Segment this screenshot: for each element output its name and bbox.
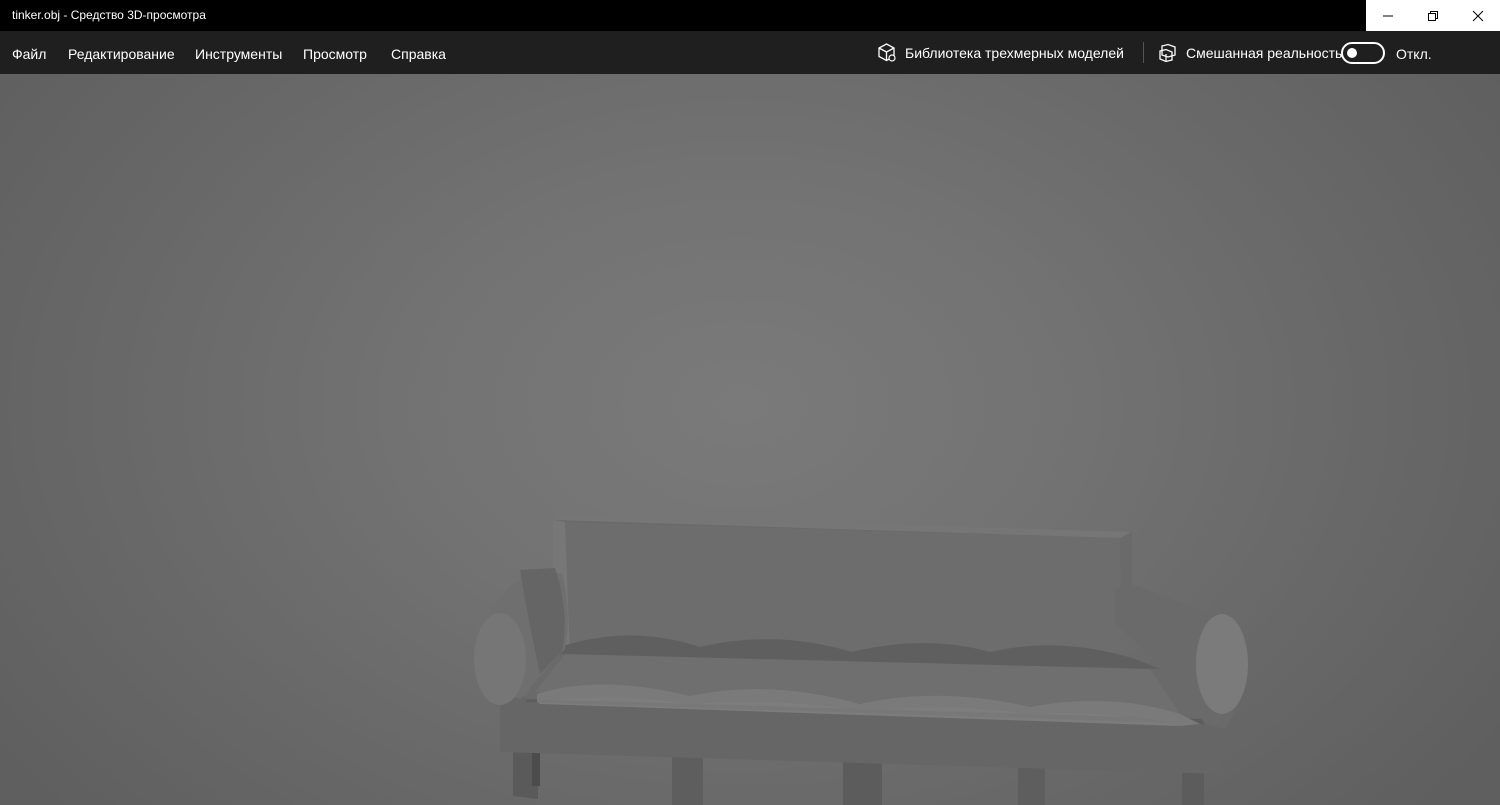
mixed-reality-label: Смешанная реальность (1186, 44, 1343, 61)
window-title: tinker.obj - Средство 3D-просмотра (12, 8, 206, 22)
restore-button[interactable] (1411, 0, 1456, 31)
close-button[interactable] (1455, 0, 1500, 31)
menu-file[interactable]: Файл (12, 31, 46, 77)
mixed-reality-group: Смешанная реальность (1158, 31, 1342, 74)
close-icon (1472, 10, 1483, 21)
minimize-icon (1383, 15, 1394, 16)
title-bar: tinker.obj - Средство 3D-просмотра (0, 0, 1500, 31)
window-controls (1366, 0, 1500, 31)
sofa-3d-model[interactable] (0, 74, 1500, 805)
restore-icon (1427, 10, 1438, 21)
menu-edit[interactable]: Редактирование (68, 31, 175, 77)
menu-view[interactable]: Просмотр (303, 31, 367, 77)
toggle-knob (1347, 48, 1357, 58)
3d-library-label: Библиотека трехмерных моделей (905, 44, 1124, 61)
3d-cube-icon (878, 43, 896, 62)
3d-library-button[interactable]: Библиотека трехмерных моделей (876, 31, 1124, 74)
toolbar-divider (1143, 42, 1144, 63)
menu-tools[interactable]: Инструменты (195, 31, 282, 77)
toggle-state-label: Откл. (1396, 46, 1432, 62)
menu-help[interactable]: Справка (391, 31, 446, 77)
mixed-reality-toggle[interactable] (1341, 42, 1385, 64)
minimize-button[interactable] (1366, 0, 1411, 31)
menu-bar: Файл Редактирование Инструменты Просмотр… (0, 31, 1500, 74)
3d-viewport[interactable] (0, 74, 1500, 805)
mixed-reality-icon (1159, 43, 1176, 62)
